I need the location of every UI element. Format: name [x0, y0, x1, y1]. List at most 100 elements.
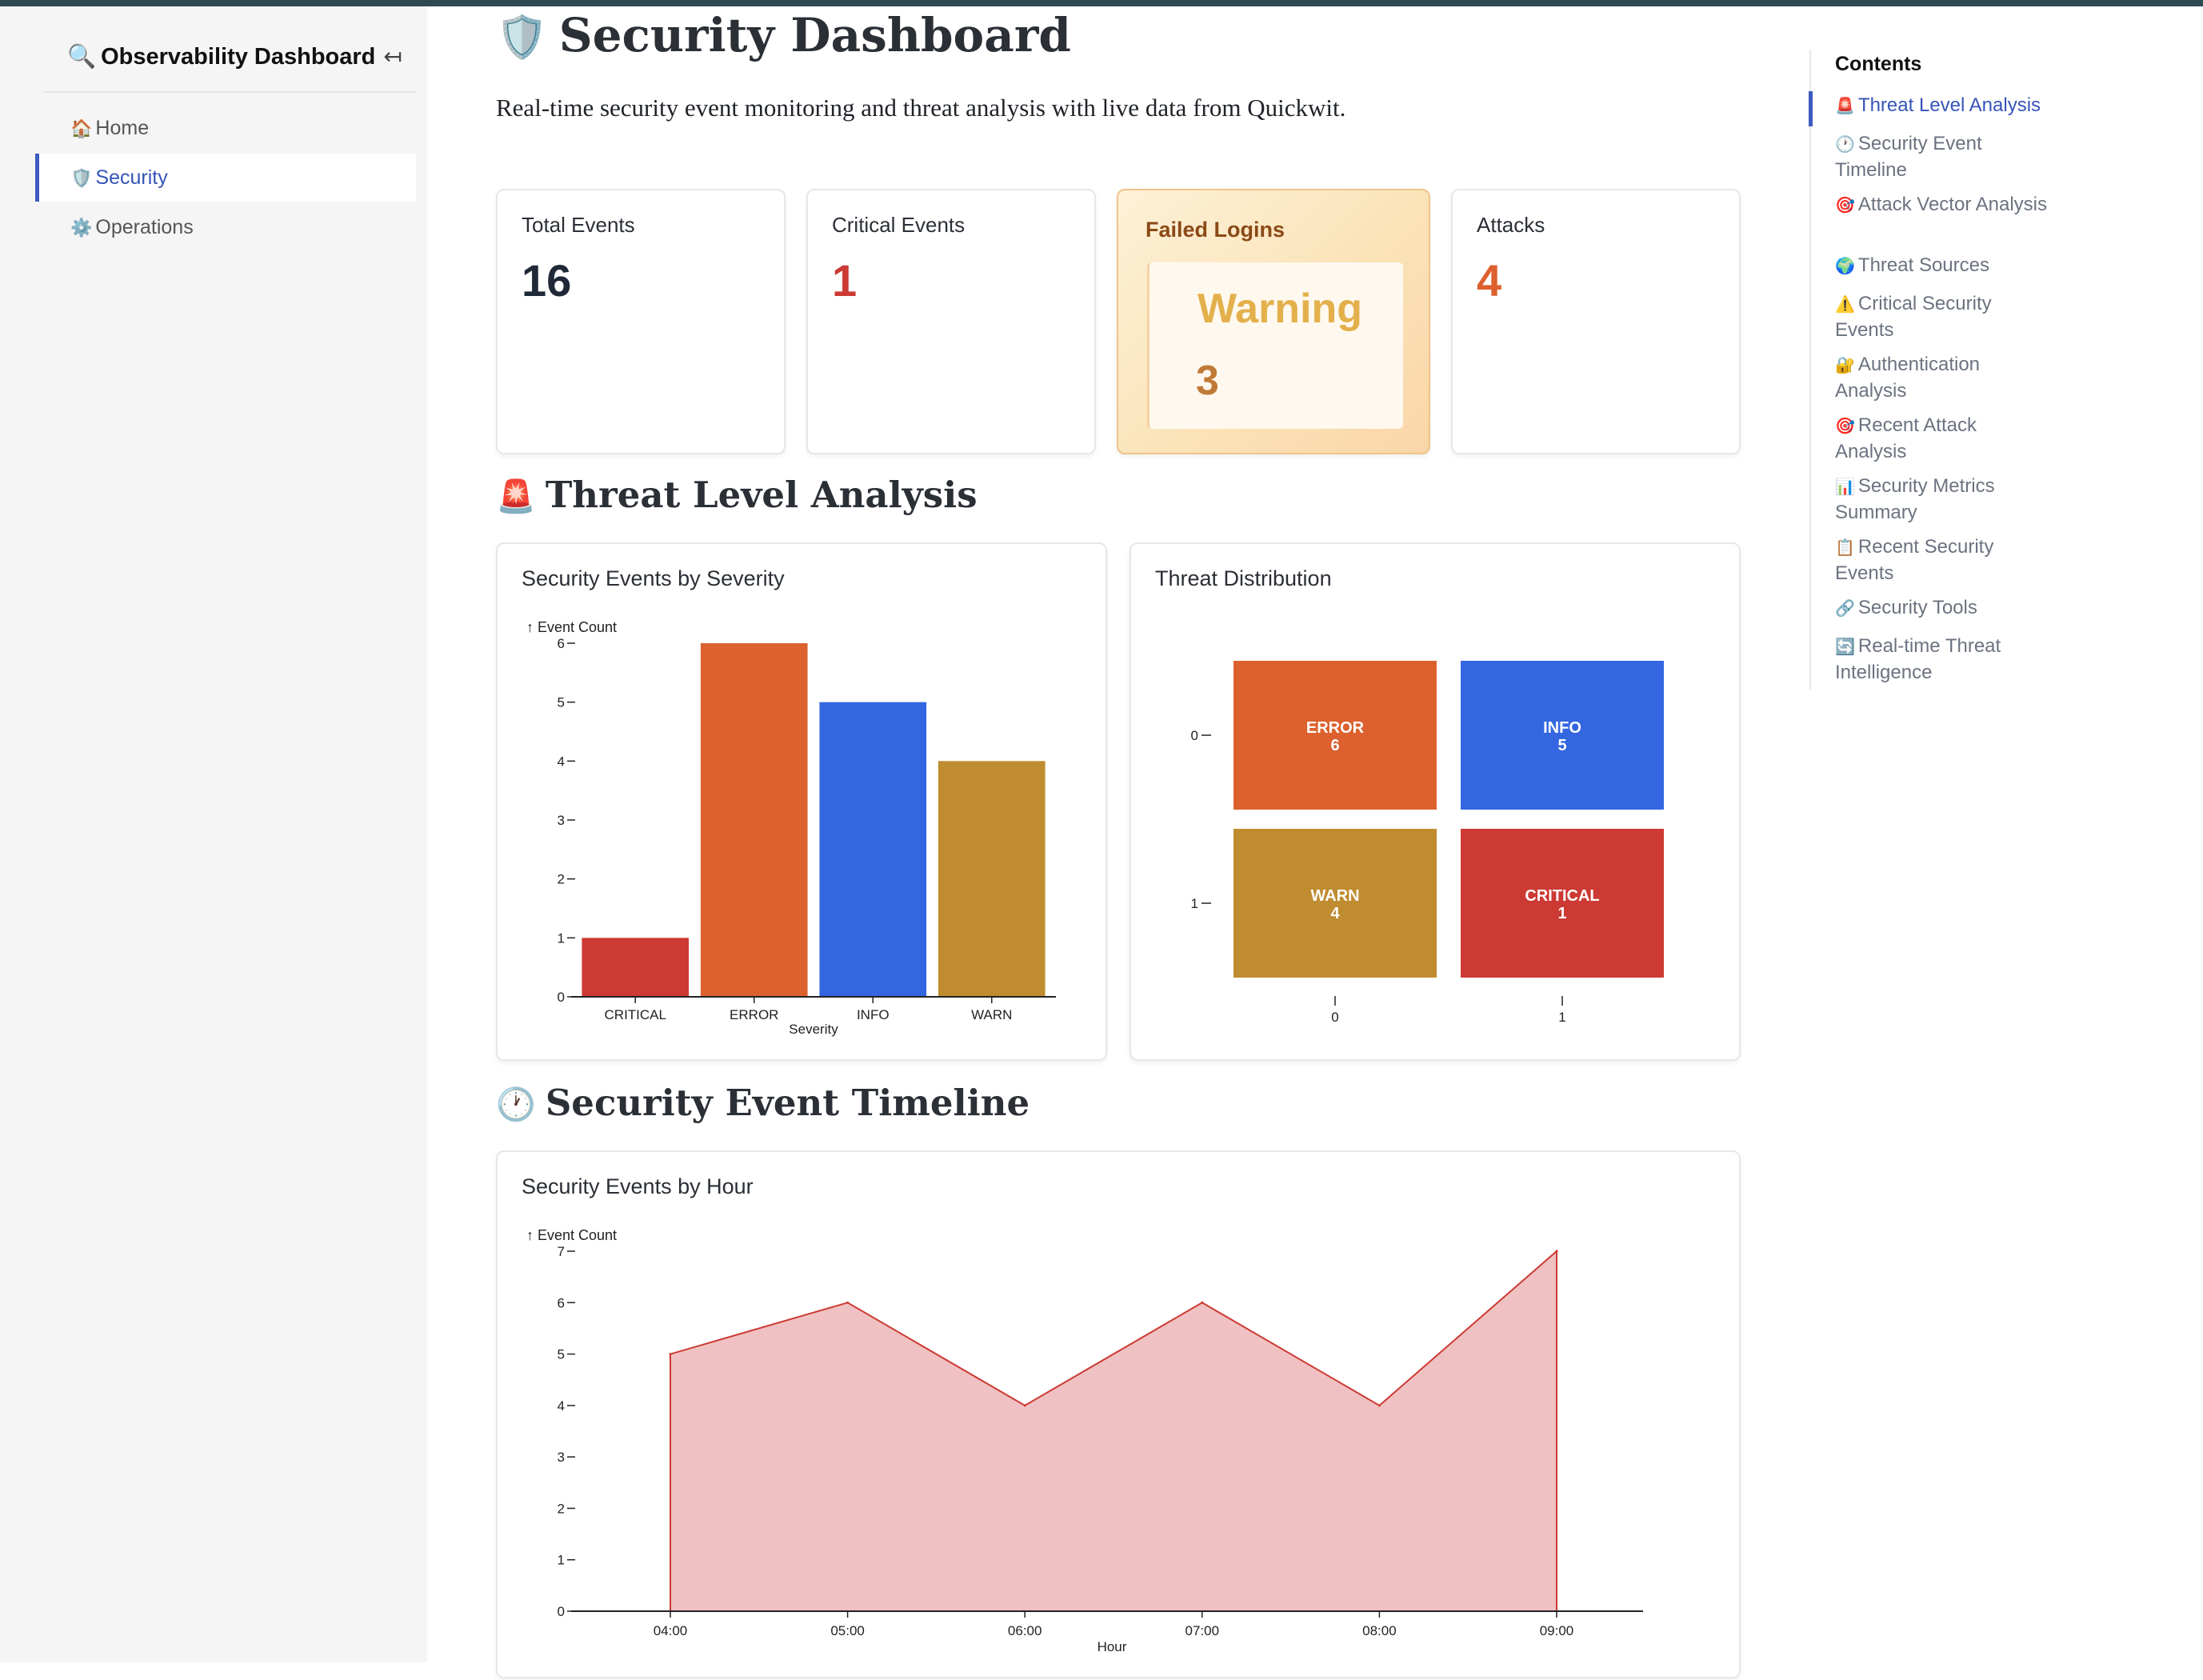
toc-item-threat-sources[interactable]: 🌍 Threat Sources [1835, 253, 2051, 279]
toc-item-threat-level-analysis[interactable]: 🚨 Threat Level Analysis [1835, 93, 2051, 119]
x-tick-label: ERROR [730, 1007, 778, 1022]
y-tick-label: 0 [558, 990, 565, 1005]
stat-label: Total Events [522, 213, 635, 237]
sidebar-item-label: Security [95, 166, 168, 189]
stat-label: Critical Events [832, 213, 966, 237]
y-tick-label: 6 [558, 1295, 565, 1310]
sidebar-item-label: Operations [95, 216, 194, 238]
siren-icon: 🚨 [496, 478, 536, 515]
x-tick-label: 1 [1558, 1010, 1565, 1025]
toc-heading: Contents [1835, 53, 1922, 75]
stat-card-critical-events: Critical Events 1 [806, 189, 1096, 454]
x-tick-label: 08:00 [1362, 1623, 1397, 1638]
shield-icon: 🛡️ [70, 168, 93, 188]
toc-item-label: Critical Security Events [1835, 293, 1992, 341]
cell-value: 5 [1557, 737, 1566, 754]
sidebar-brand[interactable]: 🔍 Observability Dashboard ↤ [67, 43, 402, 70]
toc-item-attack-vector-analysis[interactable]: 🎯 Attack Vector Analysis [1835, 192, 2051, 218]
toc-item-security-event-timeline[interactable]: 🕐 Security Event Timeline [1835, 131, 2051, 183]
table-of-contents: Contents 🚨 Threat Level Analysis 🕐 Securit… [1809, 50, 2051, 690]
bar-error [700, 643, 808, 997]
chart-card-severity: Security Events by Severity ↑ Event Coun… [496, 542, 1107, 1061]
cell-label: WARN [1310, 887, 1359, 905]
bar-info [819, 702, 927, 997]
top-accent-bar [0, 0, 2203, 6]
bar-chart-icon: 📊 [1835, 478, 1855, 496]
stat-label: Attacks [1477, 213, 1545, 237]
section-title-event-timeline: 🕐 Security Event Timeline [496, 1082, 1030, 1124]
refresh-icon: 🔄 [1835, 638, 1855, 656]
x-axis-label: Severity [789, 1022, 838, 1037]
toc-active-marker [1809, 91, 1813, 126]
toc-item-recent-attack-analysis[interactable]: 🎯 Recent Attack Analysis [1835, 413, 2051, 465]
y-tick-label: 0 [558, 1604, 565, 1619]
toc-item-real-time-threat-intelligence[interactable]: 🔄 Real-time Threat Intelligence [1835, 634, 2051, 686]
cell-value: 1 [1557, 905, 1566, 922]
data-point [1377, 1404, 1381, 1407]
collapse-sidebar-icon[interactable]: ↤ [383, 44, 402, 69]
x-tick-label: INFO [857, 1007, 890, 1022]
page-title: 🛡️ Security Dashboard [496, 8, 1071, 62]
clipboard-icon: 📋 [1835, 539, 1855, 557]
toc-item-label: Recent Security Events [1835, 536, 1994, 584]
cell-label: INFO [1543, 719, 1581, 737]
y-tick-label: 1 [1191, 896, 1198, 911]
severity-bar-chart: ↑ Event Count 0 1 2 3 4 5 6 CRITICAL ERROR INFO WAR… [526, 619, 1056, 1037]
page-title-text: Security Dashboard [558, 8, 1071, 62]
target-icon: 🎯 [1835, 418, 1855, 435]
sidebar-item-operations[interactable]: ⚙️ Operations [35, 203, 416, 251]
warning-callout: Warning 3 [1147, 262, 1403, 429]
y-tick-label: 7 [558, 1244, 565, 1259]
sidebar-item-home[interactable]: 🏠 Home [35, 104, 416, 152]
toc-item-critical-security-events[interactable]: ⚠️ Critical Security Events [1835, 291, 2051, 343]
toc-item-authentication-analysis[interactable]: 🔐 Authentication Analysis [1835, 352, 2051, 404]
toc-item-label: Real-time Threat Intelligence [1835, 635, 2001, 683]
globe-icon: 🌍 [1835, 258, 1855, 275]
brand-title: Observability Dashboard [101, 44, 376, 70]
toc-item-label: Threat Level Analysis [1857, 94, 2041, 116]
threat-distribution-heatmap: ERROR6INFO5WARN4CRITICAL1010 1 [1191, 661, 1664, 1025]
sidebar-divider [43, 91, 416, 93]
home-icon: 🏠 [70, 118, 93, 138]
y-tick-label: 1 [558, 930, 565, 946]
x-tick-label: 09:00 [1540, 1623, 1574, 1638]
data-point [669, 1353, 672, 1356]
y-tick-label: 3 [558, 1450, 565, 1465]
chart-card-distribution: Threat Distribution ERROR 6 INFO 5 WARN 4 CRIT… [1129, 542, 1741, 1061]
y-axis-label: ↑ Event Count [526, 619, 617, 635]
stat-value: 1 [832, 255, 858, 306]
y-tick-label: 5 [558, 1347, 565, 1362]
hourly-area-chart: ↑ Event Count 0 1 2 3 4 5 6 7 04:00 05:00 06:00 07:0… [526, 1227, 1643, 1654]
y-axis-label: ↑ Event Count [526, 1227, 617, 1243]
y-tick-label: 3 [558, 813, 565, 828]
sidebar-item-security[interactable]: 🛡️ Security [35, 154, 416, 202]
section-title-threat-level: 🚨 Threat Level Analysis [496, 474, 978, 516]
cell-value: 4 [1330, 905, 1340, 922]
y-tick-label: 5 [558, 695, 565, 710]
chart-card-hourly: Security Events by Hour ↑ Event Count 0 1 2… [496, 1150, 1741, 1678]
x-tick-label: WARN [971, 1007, 1012, 1022]
y-tick-label: 4 [558, 1398, 565, 1414]
stat-value: 16 [522, 255, 572, 306]
sidebar-item-label: Home [95, 117, 150, 139]
bar-warn [938, 761, 1046, 997]
x-tick-label: 04:00 [654, 1623, 688, 1638]
stat-value: 3 [1196, 358, 1219, 404]
x-tick-label: CRITICAL [605, 1007, 666, 1022]
gear-icon: ⚙️ [70, 218, 93, 238]
lock-icon: 🔐 [1835, 357, 1855, 374]
x-tick-label: 06:00 [1008, 1623, 1042, 1638]
warning-status: Warning [1197, 286, 1363, 332]
link-icon: 🔗 [1835, 600, 1855, 618]
toc-item-label: Security Event Timeline [1835, 133, 1982, 181]
toc-item-label: Authentication Analysis [1835, 354, 1981, 402]
toc-item-security-tools[interactable]: 🔗 Security Tools [1835, 595, 2051, 622]
section-title-text: Security Event Timeline [545, 1082, 1030, 1124]
toc-item-security-metrics-summary[interactable]: 📊 Security Metrics Summary [1835, 474, 2051, 526]
cell-label: ERROR [1306, 719, 1365, 737]
shield-icon: 🛡️ [496, 14, 548, 62]
toc-item-label: Threat Sources [1857, 254, 1989, 276]
y-tick-label: 0 [1191, 728, 1198, 743]
toc-item-recent-security-events[interactable]: 📋 Recent Security Events [1835, 534, 2051, 586]
x-tick-label: 05:00 [830, 1623, 865, 1638]
